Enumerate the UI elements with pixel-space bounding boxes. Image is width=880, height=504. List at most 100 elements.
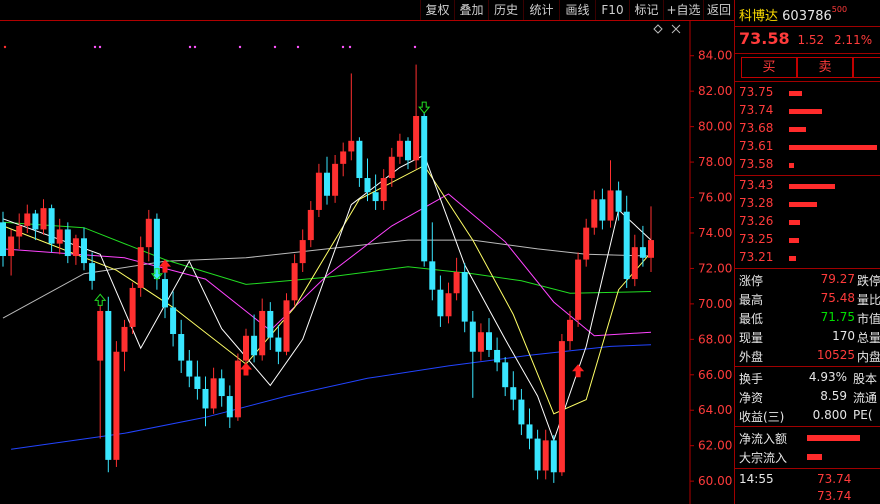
candle-body	[16, 225, 23, 237]
y-tick-label: 72.00	[698, 261, 732, 275]
divider	[735, 53, 880, 54]
stat-label: 涨停	[739, 274, 764, 288]
toolbar-button-mark[interactable]: 标记	[629, 0, 663, 20]
bid-volume-bar	[789, 238, 799, 243]
ask-price: 73.68	[739, 121, 774, 135]
ask-volume-bar	[789, 145, 877, 150]
stat-value: 0.800	[812, 408, 847, 422]
y-tick-label: 80.00	[698, 120, 732, 134]
flow-label: 大宗流入	[739, 451, 788, 465]
stat-row: 现量 170 总量	[739, 329, 880, 346]
toolbar-button-back[interactable]: 返回	[703, 0, 734, 20]
candle-body	[615, 190, 622, 212]
flow-bar	[807, 454, 822, 460]
candle-body	[56, 229, 63, 244]
candle-body	[607, 190, 614, 221]
event-dot-icon	[348, 45, 352, 49]
event-dot-icon	[238, 45, 242, 49]
candle-body	[510, 387, 517, 400]
candle-body	[494, 349, 501, 363]
toolbar-button-draw-line[interactable]: 画线	[559, 0, 595, 20]
candle-body	[340, 151, 347, 164]
bid-volume-bar	[789, 202, 817, 207]
ma60-line	[2, 221, 652, 294]
candle-body	[356, 140, 363, 179]
candle-body	[558, 341, 565, 473]
candle-body	[518, 399, 525, 425]
divider	[735, 175, 880, 176]
stat-value: 170	[832, 329, 855, 343]
toolbar-button-add-watchlist[interactable]: +自选	[663, 0, 703, 20]
candle-body	[267, 310, 274, 338]
divider	[735, 26, 880, 27]
candle-body	[97, 310, 104, 361]
more-button[interactable]	[853, 57, 880, 78]
stat-row: 涨停 79.27 跌停	[739, 272, 880, 289]
candle-body	[526, 424, 533, 439]
candle-body	[421, 115, 428, 262]
y-tick-label: 76.00	[698, 191, 732, 205]
candle-body	[243, 335, 249, 361]
ask-level-row: 73.58	[739, 157, 773, 171]
ask-level-row: 73.75	[739, 85, 773, 99]
candle-body	[226, 396, 233, 418]
bid-level-row: 73.43	[739, 178, 773, 192]
candle-body	[186, 360, 193, 377]
signal-arrow-icon	[418, 101, 431, 114]
candle-body	[129, 287, 136, 327]
ask-volume-bar	[789, 163, 794, 168]
stat-value: 75.48	[820, 291, 855, 305]
stat-row: 最低 71.75 市值	[739, 310, 880, 327]
toolbar-button-overlay[interactable]: 叠加	[454, 0, 488, 20]
event-dot-icon	[296, 45, 300, 49]
ask-price: 73.75	[739, 85, 774, 99]
candle-body	[89, 263, 96, 281]
candle-body	[486, 332, 492, 350]
candle-body	[591, 199, 598, 228]
candle-body	[64, 229, 71, 257]
candle-body	[32, 213, 39, 230]
tick-time: 14:55	[739, 472, 774, 486]
candle-body	[364, 178, 371, 193]
stock-code: 603786	[782, 9, 832, 24]
candle-body	[469, 321, 476, 352]
candlestick-chart[interactable]: 84.00 82.00 80.00 78.00 76.00 74.00 72.00 70.00…	[0, 20, 734, 504]
candle-body	[202, 388, 209, 409]
toolbar-button-f10[interactable]: F10	[595, 0, 629, 20]
stat-value: 10525	[816, 348, 855, 362]
bid-level-row: 73.28	[739, 196, 773, 210]
stat-label: 外盘	[739, 350, 764, 364]
candle-body	[332, 163, 339, 196]
buy-button[interactable]: 买	[741, 57, 797, 78]
price-change: 1.52	[797, 33, 825, 47]
candle-body	[178, 334, 185, 361]
signal-arrow-icon	[94, 293, 107, 306]
chart-toolbar: 复权 叠加 历史 统计 画线 F10 标记 +自选 返回	[0, 0, 734, 20]
stat-label-2: 跌停	[857, 274, 880, 288]
stat-value: 79.27	[820, 272, 855, 286]
sell-button[interactable]: 卖	[797, 57, 853, 78]
toolbar-button-statistics[interactable]: 统计	[523, 0, 559, 20]
price-change-percent: 2.11%	[833, 33, 873, 47]
stat-label: 换手	[739, 372, 764, 386]
ask-price: 73.74	[739, 103, 774, 117]
candle-body	[162, 279, 168, 308]
candle-body	[40, 208, 47, 230]
toolbar-button-history[interactable]: 历史	[488, 0, 523, 20]
buy-arrow-icon	[240, 362, 252, 376]
candle-body	[413, 115, 420, 161]
stock-name: 科博达	[739, 9, 779, 24]
ask-volume-bar	[789, 91, 802, 96]
candle-body	[534, 438, 541, 471]
divider	[735, 366, 880, 367]
y-tick-label: 66.00	[698, 368, 732, 382]
y-tick-label: 78.00	[698, 155, 732, 169]
candle-body	[315, 172, 322, 210]
stat-label-2: 量比	[857, 293, 880, 307]
toolbar-button-restore-rights[interactable]: 复权	[420, 0, 454, 20]
stat-value: 8.59	[820, 389, 847, 403]
candle-body	[429, 261, 436, 290]
bid-level-row: 73.26	[739, 214, 773, 228]
y-tick-label: 82.00	[698, 84, 732, 98]
candle-body	[291, 263, 298, 301]
